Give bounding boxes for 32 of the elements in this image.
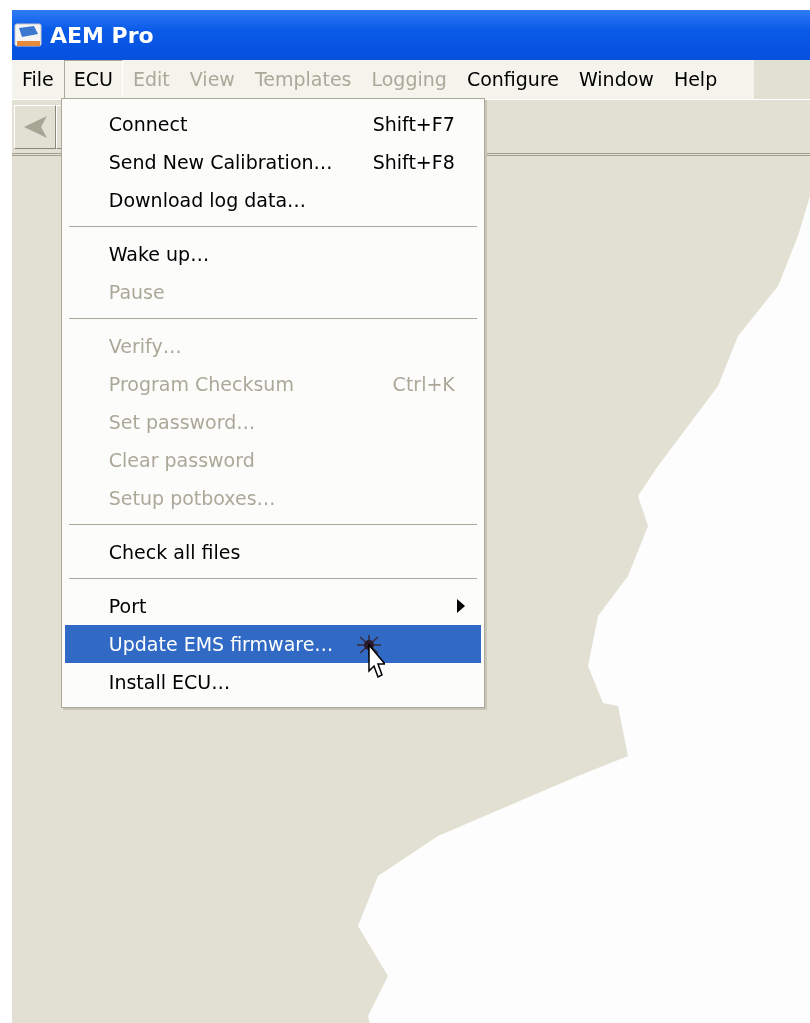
back-button[interactable]	[14, 104, 56, 149]
menu-item[interactable]: Check all files	[64, 532, 481, 571]
menu-item-label: Setup potboxes…	[108, 485, 276, 511]
menu-item-label: Update EMS firmware…	[108, 631, 334, 657]
menu-item-label: Port	[108, 593, 147, 619]
menu-item-label: Wake up…	[108, 241, 210, 267]
menu-item[interactable]: Send New Calibration… Shift+F8	[64, 142, 481, 181]
window-title: AEM Pro	[50, 21, 154, 50]
menu-item-label: Connect	[108, 111, 188, 137]
menu-item[interactable]: Configure	[456, 60, 569, 99]
menu-item[interactable]: Port	[64, 586, 481, 625]
menu-item-label: Program Checksum	[108, 371, 294, 397]
menu-item[interactable]: File	[12, 60, 64, 99]
menu-item-label: Check all files	[108, 539, 241, 565]
menu-item-label: Download log data…	[108, 187, 307, 213]
menu-item[interactable]: Install ECU…	[64, 662, 481, 701]
shortcut-label: Shift+F7	[372, 111, 455, 137]
menu-item[interactable]: Window	[568, 60, 664, 99]
submenu-arrow-icon	[456, 598, 465, 613]
menu-item-label: Pause	[108, 279, 165, 305]
menu-item-label: Clear password	[108, 447, 255, 473]
shortcut-label: Ctrl+K	[392, 371, 455, 397]
menu-item-label: Set password…	[108, 409, 256, 435]
menu-item-label: Verify…	[108, 333, 182, 359]
menu-item[interactable]: Download log data…	[64, 180, 481, 219]
menu-item[interactable]: Connect Shift+F7	[64, 104, 481, 143]
app-icon	[14, 22, 44, 48]
shortcut-label: Shift+F8	[372, 149, 455, 175]
menu-item-label: Install ECU…	[108, 669, 231, 695]
menu-item[interactable]: Help	[663, 60, 728, 99]
menu-item-label: Send New Calibration…	[108, 149, 333, 175]
menu-item[interactable]: Wake up…	[64, 234, 481, 273]
